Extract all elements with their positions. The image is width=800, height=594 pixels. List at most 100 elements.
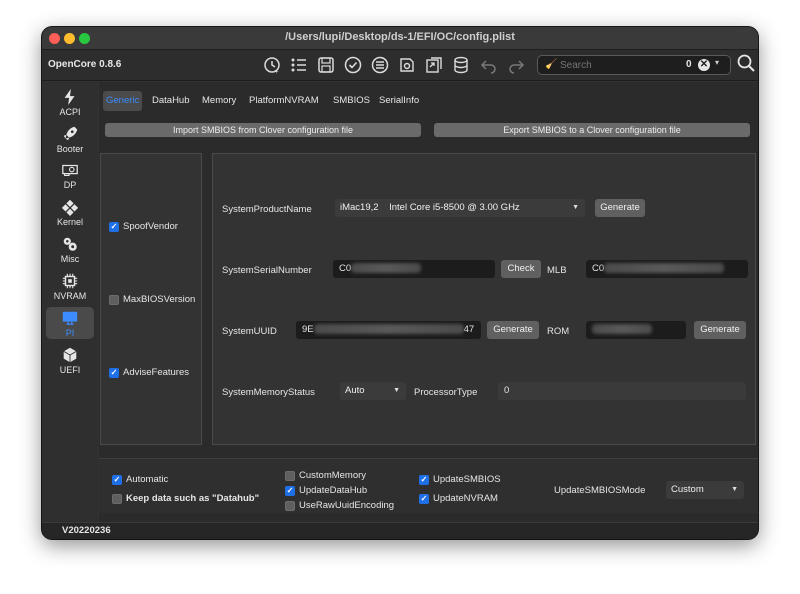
database-icon[interactable] [450, 54, 472, 76]
tab-platformnvram[interactable]: PlatformNVRAM [246, 91, 322, 111]
serial-number-field[interactable]: C0 [333, 260, 495, 278]
undo-icon[interactable] [478, 54, 500, 76]
checkmark-icon: ✓ [419, 493, 429, 504]
selected-value: Custom [671, 484, 704, 495]
gears-icon [63, 237, 77, 251]
tab-smbios[interactable]: SMBIOS [330, 91, 373, 111]
cube-icon [63, 347, 77, 363]
sidebar-item-nvram[interactable]: NVRAM [46, 270, 94, 302]
checkbox-label: Automatic [126, 474, 169, 485]
checkmark-icon: ✓ [112, 474, 122, 485]
mlb-label: MLB [547, 265, 567, 276]
update-smbios-checkbox[interactable]: ✓ UpdateSMBIOS [419, 474, 501, 485]
tab-memory[interactable]: Memory [199, 91, 239, 111]
redo-icon[interactable] [505, 54, 527, 76]
checkbox-label: UpdateNVRAM [433, 493, 498, 504]
sidebar-item-misc[interactable]: Misc [46, 233, 94, 265]
sidebar-item-uefi[interactable]: UEFI [46, 344, 94, 376]
use-raw-uuid-checkbox[interactable]: UseRawUuidEncoding [285, 500, 394, 511]
rom-field[interactable] [586, 321, 686, 339]
serial-number-label: SystemSerialNumber [222, 265, 312, 276]
keep-data-checkbox[interactable]: Keep data such as "Datahub" [112, 493, 259, 504]
search-icon[interactable] [736, 53, 758, 75]
update-nvram-checkbox[interactable]: ✓ UpdateNVRAM [419, 493, 498, 504]
sidebar-item-label: UEFI [59, 365, 81, 375]
tab-serialinfo[interactable]: SerialInfo [376, 91, 422, 111]
open-file-icon[interactable] [423, 54, 445, 76]
checkmark-icon: ✓ [419, 474, 429, 485]
sidebar-item-kernel[interactable]: Kernel [46, 196, 94, 228]
generate-product-button[interactable]: Generate [595, 199, 645, 217]
update-datahub-checkbox[interactable]: ✓ UpdateDataHub [285, 485, 367, 496]
update-options-bar: ✓ Automatic Keep data such as "Datahub" … [99, 458, 758, 513]
checkmark-icon: ✓ [109, 367, 119, 378]
list-circle-icon[interactable] [369, 54, 391, 76]
chevron-down-icon: ▼ [393, 387, 400, 394]
clear-search-icon[interactable]: ✕ [698, 59, 710, 71]
checkmark-icon: ✓ [285, 485, 295, 496]
settings-icon[interactable] [396, 54, 418, 76]
version-label: V20220236 [62, 525, 111, 536]
sidebar-item-label: Misc [60, 254, 80, 264]
sidebar-item-pi[interactable]: PI [46, 307, 94, 339]
custom-memory-checkbox[interactable]: CustomMemory [285, 470, 366, 481]
sidebar-item-booter[interactable]: Booter [46, 123, 94, 155]
checkbox-label: Keep data such as "Datahub" [126, 493, 260, 504]
save-icon[interactable] [315, 54, 337, 76]
redacted-text [313, 324, 464, 335]
tab-datahub[interactable]: DataHub [149, 91, 193, 111]
sidebar-item-acpi[interactable]: ACPI [46, 86, 94, 118]
mlb-value: C0 [592, 263, 605, 274]
generate-uuid-button[interactable]: Generate [487, 321, 539, 339]
check-serial-button[interactable]: Check [501, 260, 541, 278]
chevron-down-icon[interactable]: ▾ [715, 58, 719, 67]
update-smbios-mode-label: UpdateSMBIOSMode [554, 485, 646, 496]
sidebar-item-label: DP [63, 180, 77, 190]
smbios-fields-panel: SystemProductName iMac19,2 Intel Core i5… [212, 153, 756, 445]
search-field[interactable]: 🧹 0 ✕ ▾ [537, 55, 731, 75]
window-title: /Users/lupi/Desktop/ds-1/EFI/OC/config.p… [285, 31, 515, 43]
product-name-label: SystemProductName [222, 204, 312, 215]
processor-type-label: ProcessorType [414, 387, 478, 398]
mlb-field[interactable]: C0 [586, 260, 748, 278]
update-smbios-mode-dropdown[interactable]: Custom ▼ [666, 481, 744, 499]
sidebar-item-label: Booter [56, 144, 84, 154]
check-circle-icon[interactable] [342, 54, 364, 76]
max-bios-version-checkbox[interactable]: MaxBIOSVersion [109, 294, 195, 305]
search-input[interactable] [538, 56, 688, 74]
import-smbios-button[interactable]: Import SMBIOS from Clover configuration … [105, 123, 421, 137]
processor-type-field[interactable]: 0 [498, 382, 746, 400]
sidebar: ACPI Booter DP Kernel Misc NVRAM PI UEFI [42, 82, 98, 522]
sidebar-item-dp[interactable]: DP [46, 159, 94, 191]
title-bar[interactable]: /Users/lupi/Desktop/ds-1/EFI/OC/config.p… [42, 27, 758, 50]
generate-rom-button[interactable]: Generate [694, 321, 746, 339]
checkbox-label: UpdateSMBIOS [433, 474, 501, 485]
advise-features-checkbox[interactable]: ✓ AdviseFeatures [109, 367, 189, 378]
selected-value: Auto [345, 385, 365, 396]
kernel-icon [61, 199, 79, 216]
checkbox-label: MaxBIOSVersion [123, 294, 196, 305]
redacted-text [592, 324, 652, 335]
uuid-field[interactable]: 9E 47 [296, 321, 481, 339]
checkbox-label: AdviseFeatures [123, 367, 190, 378]
bolt-icon [64, 88, 75, 106]
memory-status-label: SystemMemoryStatus [222, 387, 315, 398]
tab-bar: Generic DataHub Memory PlatformNVRAM SMB… [99, 82, 758, 114]
list-icon[interactable] [288, 54, 310, 76]
monitor-icon [62, 311, 78, 325]
checkmark-icon: ✓ [109, 221, 119, 232]
serial-value: C0 [339, 263, 352, 274]
recent-files-icon[interactable]: + [261, 54, 283, 76]
memory-status-dropdown[interactable]: Auto ▼ [340, 382, 406, 400]
sidebar-item-label: PI [65, 328, 75, 338]
automatic-checkbox[interactable]: ✓ Automatic [112, 474, 168, 485]
export-smbios-button[interactable]: Export SMBIOS to a Clover configuration … [434, 123, 750, 137]
empty-checkbox-icon [285, 500, 295, 511]
rom-label: ROM [547, 326, 570, 337]
search-result-count: 0 [686, 59, 692, 70]
chip-icon [62, 273, 78, 289]
tab-generic[interactable]: Generic [103, 91, 143, 111]
checkbox-label: UseRawUuidEncoding [299, 500, 395, 511]
product-name-dropdown[interactable]: iMac19,2 Intel Core i5-8500 @ 3.00 GHz ▼ [335, 199, 585, 217]
spoof-vendor-checkbox[interactable]: ✓ SpoofVendor [109, 221, 178, 232]
